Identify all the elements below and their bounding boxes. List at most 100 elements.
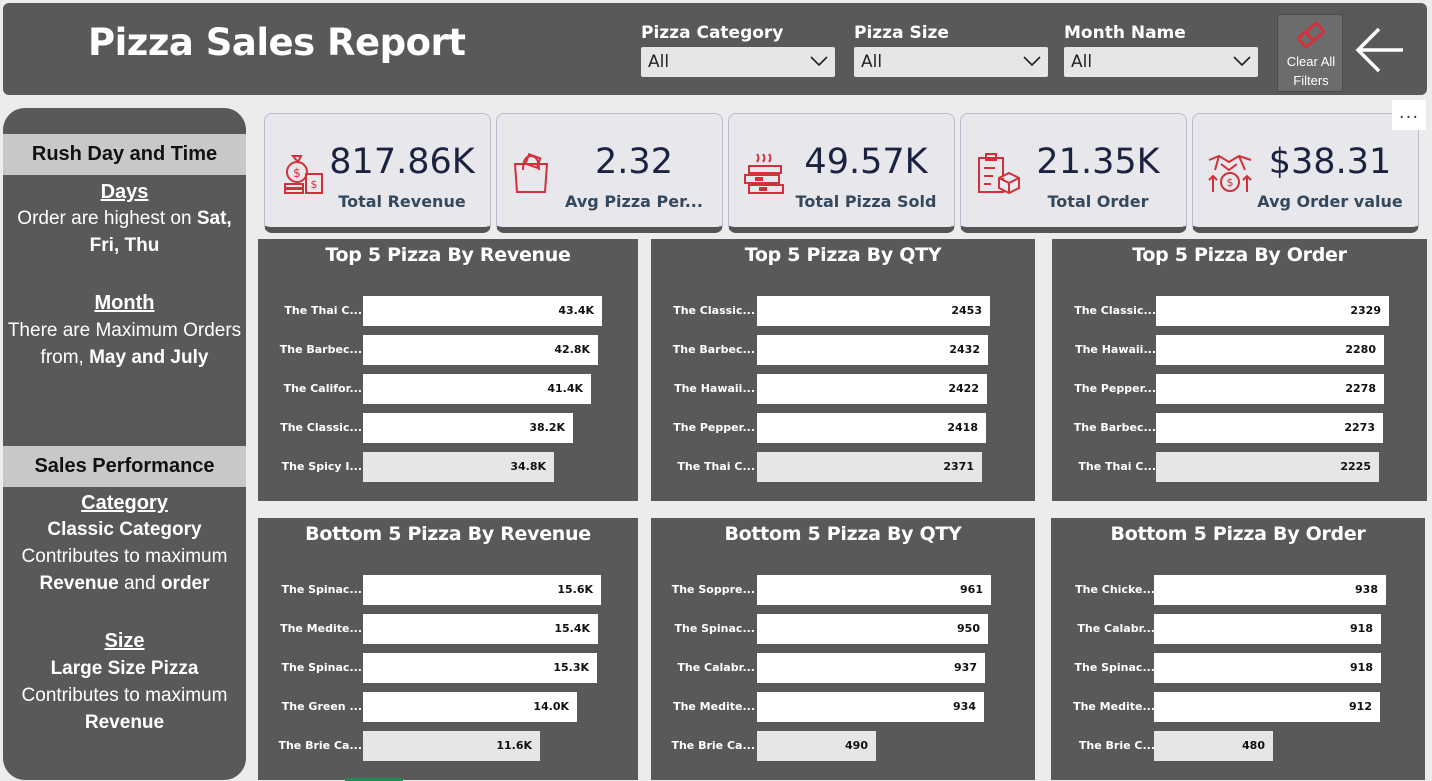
bar-category-label: The Barbec... <box>672 343 755 356</box>
more-options-button[interactable]: ... <box>1392 100 1426 130</box>
bar-value-label: 15.6K <box>557 583 593 596</box>
bar[interactable]: 2280 <box>1156 335 1384 365</box>
chart-bottom5-order: Bottom 5 Pizza By Order The Chicke... 938… <box>1051 518 1425 780</box>
kpi-label: Avg Order value <box>1257 192 1403 211</box>
bar-category-label: The Calabr... <box>1077 622 1155 635</box>
dropdown-value: All <box>861 52 883 72</box>
filter-pizza-size: Pizza Size All <box>854 23 1048 77</box>
bar-category-label: The Brie Ca... <box>278 739 362 752</box>
bar[interactable]: 15.3K <box>363 653 597 683</box>
insights-sidebar: Rush Day and Time Days Order are highest… <box>3 108 246 780</box>
bar-value-label: 2371 <box>943 460 974 473</box>
back-arrow-icon[interactable] <box>1355 27 1405 73</box>
bar-value-label: 2422 <box>948 382 979 395</box>
chevron-down-icon <box>1023 56 1041 67</box>
bar-row: The Barbec... 42.8K <box>258 335 638 365</box>
bar-row: The Medite... 15.4K <box>258 614 638 644</box>
bar-value-label: 11.6K <box>496 739 532 752</box>
eraser-icon <box>1297 22 1325 48</box>
bar[interactable]: 961 <box>757 575 991 605</box>
bar[interactable]: 34.8K <box>363 452 554 482</box>
chevron-down-icon <box>810 56 828 67</box>
bar[interactable]: 950 <box>757 614 988 644</box>
bar[interactable]: 2418 <box>757 413 986 443</box>
bar[interactable]: 918 <box>1154 653 1381 683</box>
bar[interactable]: 2225 <box>1156 452 1379 482</box>
bar-row: The Spicy I... 34.8K <box>258 452 638 482</box>
bar-value-label: 912 <box>1349 700 1372 713</box>
bar-row: The Thai C... 43.4K <box>258 296 638 326</box>
bar-category-label: The Classic... <box>280 421 362 434</box>
bar-row: The Classic... 2329 <box>1052 296 1427 326</box>
kpi-card-total-order[interactable]: 21.35K Total Order <box>960 113 1187 233</box>
bar[interactable]: 2329 <box>1156 296 1389 326</box>
filter-month-name: Month Name All <box>1064 23 1258 77</box>
bar-row: The Soppre... 961 <box>651 575 1035 605</box>
pizza-size-dropdown[interactable]: All <box>854 47 1048 77</box>
bar-row: The Spinac... 950 <box>651 614 1035 644</box>
bar-value-label: 38.2K <box>529 421 565 434</box>
filter-label: Pizza Category <box>641 23 784 43</box>
bar[interactable]: 43.4K <box>363 296 602 326</box>
bar[interactable]: 490 <box>757 731 876 761</box>
bar[interactable]: 11.6K <box>363 731 540 761</box>
bar-category-label: The Califor... <box>283 382 362 395</box>
clear-all-filters-button[interactable]: Clear All Filters <box>1277 14 1343 92</box>
clear-all-label: Clear All Filters <box>1278 52 1344 90</box>
kpi-card-total-pizza-sold[interactable]: 49.57K Total Pizza Sold <box>728 113 955 233</box>
month-name-dropdown[interactable]: All <box>1064 47 1258 77</box>
chart-bottom5-revenue: Bottom 5 Pizza By Revenue The Spinac... 1… <box>258 518 638 780</box>
bar[interactable]: 480 <box>1154 731 1273 761</box>
bar-row: The Califor... 41.4K <box>258 374 638 404</box>
filter-pizza-category: Pizza Category All <box>641 23 835 77</box>
chart-top5-qty: Top 5 Pizza By QTY The Classic... 2453 The… <box>651 239 1035 501</box>
bar-value-label: 2280 <box>1345 343 1376 356</box>
bar[interactable]: 14.0K <box>363 692 577 722</box>
bar[interactable]: 938 <box>1154 575 1386 605</box>
bar[interactable]: 2453 <box>757 296 990 326</box>
kpi-value: 49.57K <box>804 142 928 182</box>
bar-row: The Medite... 934 <box>651 692 1035 722</box>
bar-value-label: 2418 <box>947 421 978 434</box>
bar-value-label: 15.4K <box>554 622 590 635</box>
bar[interactable]: 15.6K <box>363 575 601 605</box>
bar[interactable]: 934 <box>757 692 984 722</box>
bar-category-label: The Medite... <box>280 622 362 635</box>
bar-category-label: The Brie C... <box>1078 739 1155 752</box>
bar[interactable]: 2273 <box>1156 413 1383 443</box>
bar[interactable]: 937 <box>757 653 985 683</box>
kpi-card-total-revenue[interactable]: $ $ 817.86K Total Revenue <box>264 113 491 233</box>
bar[interactable]: 2371 <box>757 452 982 482</box>
bar[interactable]: 2278 <box>1156 374 1384 404</box>
bar[interactable]: 15.4K <box>363 614 598 644</box>
pizza-category-dropdown[interactable]: All <box>641 47 835 77</box>
kpi-card-avg-pizza-per-order[interactable]: 2.32 Avg Pizza Per... <box>496 113 723 233</box>
bar[interactable]: 42.8K <box>363 335 598 365</box>
kpi-label: Total Order <box>1047 192 1149 211</box>
bar[interactable]: 918 <box>1154 614 1381 644</box>
month-label: Month <box>94 292 155 314</box>
bar[interactable]: 912 <box>1154 692 1380 722</box>
bar-category-label: The Thai C... <box>677 460 755 473</box>
bar-value-label: 2273 <box>1344 421 1375 434</box>
svg-text:$: $ <box>293 166 301 180</box>
category-mid: Contributes to maximum <box>21 546 228 567</box>
bar-category-label: The Spinac... <box>281 661 362 674</box>
bar-value-label: 480 <box>1242 739 1265 752</box>
bar-value-label: 490 <box>845 739 868 752</box>
kpi-value: 21.35K <box>1036 142 1160 182</box>
dropdown-value: All <box>1071 52 1093 72</box>
bar[interactable]: 2422 <box>757 374 987 404</box>
bar-value-label: 43.4K <box>558 304 594 317</box>
bar-value-label: 918 <box>1350 661 1373 674</box>
bar-value-label: 2225 <box>1340 460 1371 473</box>
bar-value-label: 950 <box>957 622 980 635</box>
bar[interactable]: 41.4K <box>363 374 591 404</box>
bar-category-label: The Chicke... <box>1075 583 1155 596</box>
bar[interactable]: 38.2K <box>363 413 573 443</box>
bar-row: The Hawaii... 2422 <box>651 374 1035 404</box>
kpi-card-avg-order-value[interactable]: $ $38.31 Avg Order value <box>1192 113 1419 233</box>
bar[interactable]: 2432 <box>757 335 988 365</box>
bar-category-label: The Barbec... <box>1073 421 1156 434</box>
bar-row: The Green ... 14.0K <box>258 692 638 722</box>
